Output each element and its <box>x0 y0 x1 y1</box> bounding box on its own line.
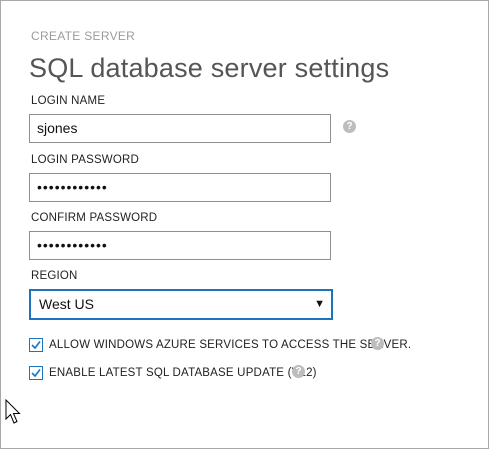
login-password-field[interactable]: •••••••••••• <box>29 173 331 202</box>
login-name-field[interactable]: sjones <box>29 114 331 143</box>
allow-azure-services-label: ALLOW WINDOWS AZURE SERVICES TO ACCESS T… <box>49 339 412 351</box>
create-server-dialog: CREATE SERVER SQL database server settin… <box>0 0 489 449</box>
page-title: SQL database server settings <box>29 53 390 83</box>
confirm-password-label: CONFIRM PASSWORD <box>31 212 158 224</box>
dialog-eyebrow: CREATE SERVER <box>31 29 136 43</box>
mouse-pointer-icon <box>5 399 21 424</box>
enable-v12-update-option[interactable]: ENABLE LATEST SQL DATABASE UPDATE (V12) <box>29 366 317 380</box>
enable-v12-update-checkbox[interactable] <box>29 366 43 380</box>
login-name-help-icon[interactable]: ? <box>343 120 356 133</box>
checkmark-icon <box>31 341 41 350</box>
enable-v12-update-label: ENABLE LATEST SQL DATABASE UPDATE (V12) <box>49 367 317 379</box>
region-select[interactable]: West US ▼ <box>29 289 333 320</box>
allow-azure-services-checkbox[interactable] <box>29 338 43 352</box>
region-label: REGION <box>31 270 78 282</box>
allow-azure-services-option[interactable]: ALLOW WINDOWS AZURE SERVICES TO ACCESS T… <box>29 338 411 352</box>
login-password-label: LOGIN PASSWORD <box>31 154 140 166</box>
chevron-down-icon: ▼ <box>314 298 325 310</box>
confirm-password-field[interactable]: •••••••••••• <box>29 231 331 260</box>
allow-azure-help-icon[interactable]: ? <box>371 337 384 350</box>
checkmark-icon <box>31 369 41 378</box>
login-name-label: LOGIN NAME <box>31 95 106 107</box>
enable-v12-help-icon[interactable]: ? <box>292 365 305 378</box>
region-selected-value: West US <box>39 296 94 312</box>
